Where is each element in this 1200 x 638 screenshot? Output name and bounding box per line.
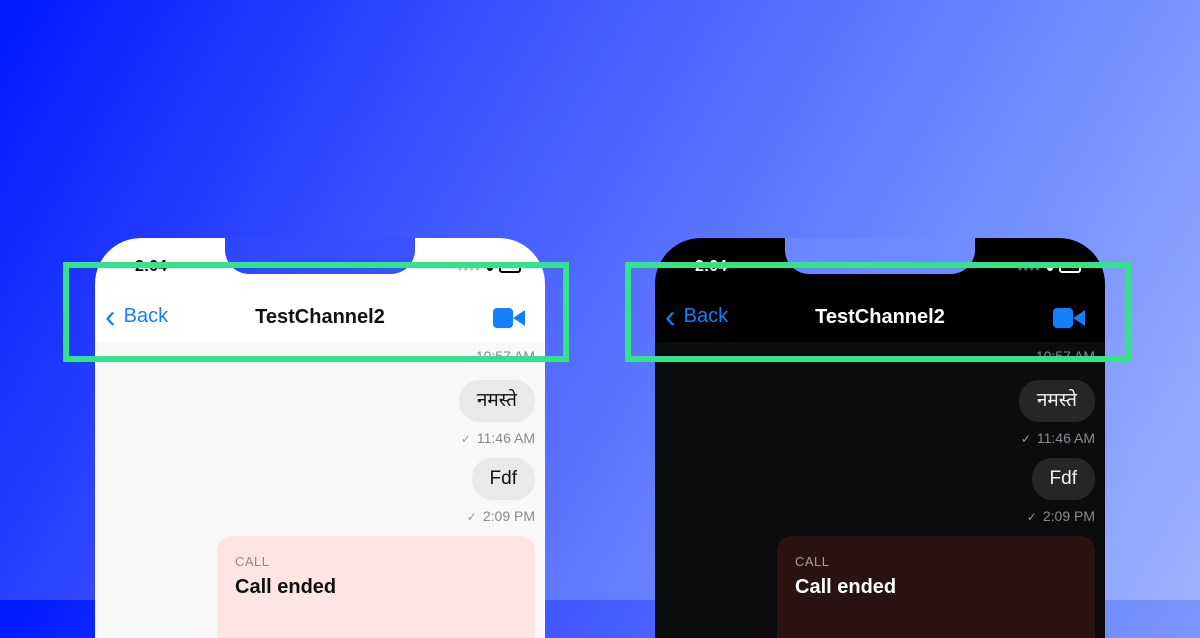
message-timestamp: 10:57 AM xyxy=(476,348,535,356)
status-icons: ●●●● xyxy=(1018,263,1081,273)
chat-area: 10:57 AM नमस्ते ✓ 11:46 AM Fdf ✓ 2:09 PM C… xyxy=(95,342,545,638)
message-bubble[interactable]: Fdf xyxy=(1031,458,1095,500)
message-bubble[interactable]: Fdf xyxy=(471,458,535,500)
signal-icon: ●●●● xyxy=(1017,263,1041,273)
battery-icon xyxy=(1059,263,1081,273)
delivered-check-icon: ✓ xyxy=(460,432,471,446)
call-card-title: Call ended xyxy=(235,576,337,598)
navigation-bar: ‹ Back TestChannel2 xyxy=(655,294,1105,342)
signal-icon: ●●●● xyxy=(457,263,481,273)
battery-icon xyxy=(499,263,521,273)
message-timestamp: 10:57 AM xyxy=(1036,348,1095,356)
status-icons: ●●●● xyxy=(458,263,521,273)
channel-title: TestChannel2 xyxy=(255,306,385,328)
delivered-check-icon: ✓ xyxy=(1020,432,1031,446)
timestamp-text: 11:46 AM xyxy=(1036,430,1095,446)
message-timestamp: ✓ 11:46 AM xyxy=(1021,430,1095,446)
call-card-label: CALL xyxy=(795,554,830,569)
timestamp-text: 2:09 PM xyxy=(1042,508,1095,524)
video-call-button[interactable] xyxy=(1053,308,1085,328)
notch xyxy=(785,238,975,274)
status-time: 2:04 xyxy=(695,258,728,275)
phone-dark-mode: 2:04 ●●●● ‹ Back TestChannel2 10:57 AM न… xyxy=(655,238,1105,638)
video-camera-lens-icon xyxy=(513,310,525,326)
call-card[interactable]: CALL Call ended xyxy=(777,536,1095,638)
message-timestamp: ✓ 2:09 PM xyxy=(467,508,535,524)
video-camera-icon xyxy=(493,308,513,328)
call-card[interactable]: CALL Call ended xyxy=(217,536,535,638)
call-card-label: CALL xyxy=(235,554,270,569)
delivered-check-icon: ✓ xyxy=(466,510,477,524)
video-camera-icon xyxy=(1053,308,1073,328)
navigation-bar: ‹ Back TestChannel2 xyxy=(95,294,545,342)
video-call-button[interactable] xyxy=(493,308,525,328)
partial-timestamp-text: 10:57 AM xyxy=(1035,348,1095,356)
chat-area: 10:57 AM नमस्ते ✓ 11:46 AM Fdf ✓ 2:09 PM C… xyxy=(655,342,1105,638)
video-camera-lens-icon xyxy=(1073,310,1085,326)
status-time: 2:04 xyxy=(135,258,168,275)
timestamp-text: 2:09 PM xyxy=(482,508,535,524)
message-timestamp: ✓ 2:09 PM xyxy=(1027,508,1095,524)
phone-light-mode: 2:04 ●●●● ‹ Back TestChannel2 10:57 AM न… xyxy=(95,238,545,638)
wifi-icon xyxy=(487,265,493,271)
notch xyxy=(225,238,415,274)
wifi-icon xyxy=(1047,265,1053,271)
channel-title: TestChannel2 xyxy=(815,306,945,328)
delivered-check-icon: ✓ xyxy=(1026,510,1037,524)
message-timestamp: ✓ 11:46 AM xyxy=(461,430,535,446)
call-card-title: Call ended xyxy=(795,576,897,598)
message-bubble[interactable]: नमस्ते xyxy=(458,380,535,422)
timestamp-text: 11:46 AM xyxy=(476,430,535,446)
partial-timestamp-text: 10:57 AM xyxy=(475,348,535,356)
message-bubble[interactable]: नमस्ते xyxy=(1018,380,1095,422)
